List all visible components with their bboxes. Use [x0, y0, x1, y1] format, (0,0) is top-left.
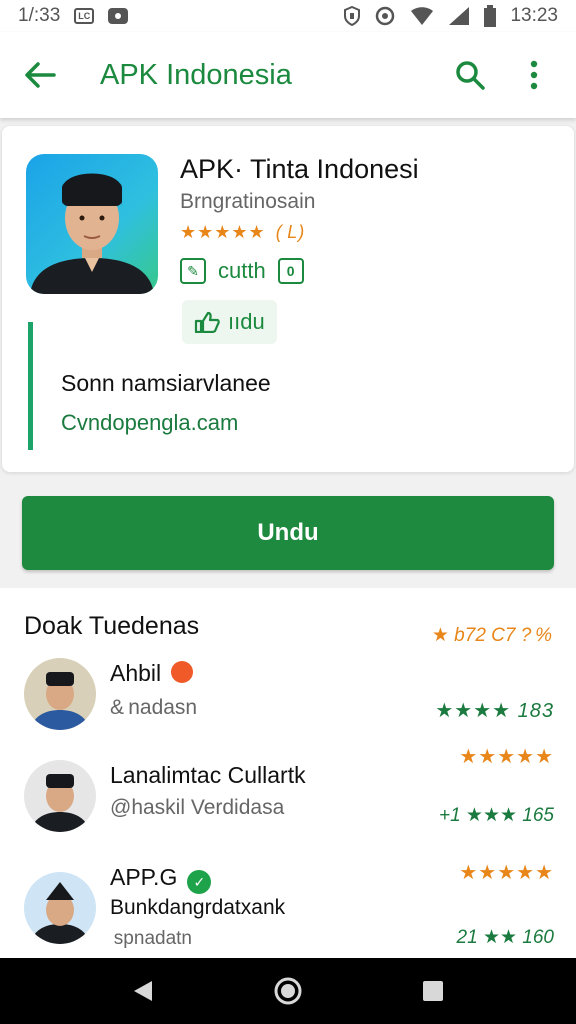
review-stars: ★★★★★ — [459, 746, 554, 768]
more-vert-icon — [530, 60, 538, 90]
nav-recents-icon — [423, 981, 444, 1001]
battery-icon — [484, 5, 497, 27]
nav-recents-button[interactable] — [413, 971, 453, 1011]
app-icon-portrait — [30, 173, 154, 294]
website-link[interactable]: Cvndopengla.cam — [61, 410, 238, 436]
description-block: Sonn namsiarvlanee Cvndopengla.cam — [28, 322, 528, 450]
signal-icon — [449, 7, 470, 25]
edit-icon[interactable]: ✎ — [180, 258, 206, 284]
reviews-title: Doak Tuedenas — [24, 612, 200, 640]
review-item[interactable]: Ahbil & nadasn ★★★★ 183 — [0, 650, 576, 750]
reviewer-subtitle: @haskil Verdidasa — [110, 796, 285, 819]
reviews-summary: ★ b72 C7 ? % — [431, 625, 552, 646]
status-time-right: 13:23 — [510, 5, 558, 26]
reviewer-name-text: Ahbil — [110, 660, 162, 686]
verified-icon: ✓ — [187, 870, 212, 894]
shield-icon — [344, 6, 361, 26]
review-score: 183 — [517, 700, 554, 722]
review-item[interactable]: APP.G ✓ Bunkdangrdatxank spnadatn ★★★★★ 2… — [0, 862, 576, 964]
reviewer-avatar — [24, 658, 96, 730]
app-icon[interactable] — [26, 154, 158, 294]
edit-label[interactable]: cutth — [218, 258, 266, 284]
rating-stars: ★★★★★ — [180, 222, 266, 242]
review-stars: ★★★★ 183 — [435, 698, 554, 723]
app-badge-icon: LC — [74, 8, 95, 24]
reviewer-name: Lanalimtac Cullartk — [110, 762, 306, 788]
status-left: 1/:33 LC — [18, 5, 129, 27]
back-arrow-icon — [25, 62, 56, 88]
nav-home-icon — [274, 977, 302, 1005]
nav-home-button[interactable] — [268, 971, 308, 1011]
notification-icon — [108, 8, 129, 24]
status-bar: 1/:33 LC 13:23 — [0, 0, 576, 32]
heart-icon — [171, 661, 194, 683]
search-icon — [456, 61, 485, 90]
review-stars: ★★★★★ — [459, 862, 554, 884]
app-rating: ★★★★★ ( L) — [180, 222, 305, 243]
reviewer-subtitle-secondary: spnadatn — [110, 928, 192, 949]
back-button[interactable] — [20, 55, 60, 95]
reviewer-avatar — [24, 760, 96, 832]
reviewer-avatar — [24, 872, 96, 944]
more-options-button[interactable] — [512, 53, 556, 97]
rating-count: ( L) — [275, 222, 306, 242]
app-details-card: APK· Tinta Indonesi Brngratinosain ★★★★★… — [2, 126, 574, 472]
system-nav-bar — [0, 958, 576, 1024]
sync-icon — [376, 6, 395, 26]
reviewer-subtitle: Bunkdangrdatxank — [110, 896, 286, 919]
reviewer-subtitle: & nadasn — [110, 696, 198, 719]
nav-back-icon — [133, 981, 152, 1001]
search-button[interactable] — [448, 53, 492, 97]
status-right: 13:23 — [344, 5, 558, 27]
reviewer-name-text: APP.G — [110, 864, 178, 890]
reviewer-name: Ahbil — [110, 660, 194, 687]
reviewer-name: APP.G ✓ — [110, 864, 212, 894]
app-bar: APK Indonesia — [0, 32, 576, 118]
developer-name[interactable]: Brngratinosain — [180, 190, 315, 214]
info-icon[interactable]: 0 — [277, 258, 304, 284]
reviews-section: Doak Tuedenas ★ b72 C7 ? % Ahbil & nadas… — [0, 588, 576, 958]
description-text: Sonn namsiarvlanee — [61, 370, 271, 396]
review-item[interactable]: Lanalimtac Cullartk @haskil Verdidasa ★★… — [0, 746, 576, 852]
nav-back-button[interactable] — [123, 971, 163, 1011]
review-score: +1 ★★★ 165 — [438, 805, 554, 826]
app-bar-title: APK Indonesia — [100, 58, 292, 91]
avatar-portrait — [30, 774, 90, 832]
badge-row: ✎ cutth 0 — [180, 258, 304, 284]
wifi-icon — [411, 7, 434, 25]
review-stars-text: ★★★★ — [435, 700, 512, 722]
app-name: APK· Tinta Indonesi — [180, 154, 419, 184]
avatar-portrait — [30, 882, 90, 944]
avatar-portrait — [30, 672, 90, 730]
download-button[interactable]: Undu — [22, 496, 554, 570]
review-score: 21 ★★ 160 — [456, 927, 554, 948]
status-time-left: 1/:33 — [18, 5, 61, 26]
